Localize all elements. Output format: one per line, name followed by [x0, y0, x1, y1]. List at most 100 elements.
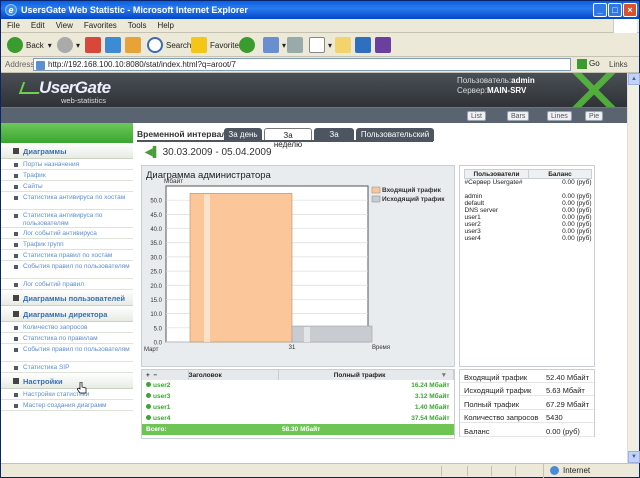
- summary-label: Исходящий трафик: [464, 386, 532, 396]
- user-balance: 0.00 (руб): [562, 213, 592, 221]
- table-row[interactable]: user4 37.54 Мбайт: [142, 413, 454, 424]
- item-bullet-icon: [14, 404, 18, 408]
- menu-item[interactable]: Лог событий правил: [1, 279, 133, 290]
- close-button[interactable]: ×: [623, 3, 637, 17]
- summary-panel: Входящий трафик 52.40 Мбайт Исходящий траф…: [459, 369, 595, 437]
- mail-button[interactable]: ▾: [263, 36, 286, 54]
- scroll-down-button[interactable]: ▼: [628, 451, 640, 463]
- menu-item[interactable]: Сайты: [1, 181, 133, 192]
- traffic-value: 3.12 Мбайт: [414, 393, 450, 400]
- item-bullet-icon: [14, 185, 18, 189]
- menu-item[interactable]: Настройки статистики: [1, 389, 133, 400]
- menu-item[interactable]: События правил по пользователям: [1, 344, 133, 362]
- maximize-button[interactable]: □: [608, 3, 622, 17]
- tab-underline: [137, 140, 433, 142]
- forward-button[interactable]: ▾: [57, 36, 80, 54]
- menu-item[interactable]: Порты назначения: [1, 159, 133, 170]
- menu-item[interactable]: Трафик групп: [1, 239, 133, 250]
- summary-value: 52.40 Мбайт: [546, 373, 590, 382]
- menu-section-2[interactable]: Диаграммы директора: [1, 306, 133, 322]
- y-tick-label: 30.0: [150, 255, 162, 261]
- header-arrow-decoration: [561, 73, 627, 107]
- menu-item[interactable]: Мастер создания диаграмм: [1, 400, 133, 411]
- table-row[interactable]: user3 3.12 Мбайт: [142, 391, 454, 402]
- user-info: Пользователь:admin Сервер:MAIN-SRV: [457, 76, 535, 95]
- menu-section-3[interactable]: Настройки: [1, 373, 133, 389]
- view-list-button[interactable]: List: [467, 111, 486, 121]
- menu-item[interactable]: Количество запросов: [1, 322, 133, 333]
- messenger-button[interactable]: [355, 36, 374, 54]
- item-bullet-icon: [14, 283, 18, 287]
- view-bars-button[interactable]: Bars: [507, 111, 530, 121]
- print-button[interactable]: [287, 36, 306, 54]
- sort-down-icon[interactable]: ▼: [441, 372, 447, 379]
- refresh-button[interactable]: [105, 36, 124, 54]
- view-pie-button[interactable]: Pie: [585, 111, 604, 121]
- menu-item[interactable]: Статистика антивируса по пользователям: [1, 210, 133, 228]
- discuss-button[interactable]: [335, 36, 354, 54]
- title-bar: e UsersGate Web Statistic - Microsoft In…: [1, 1, 639, 19]
- history-button[interactable]: [239, 36, 258, 54]
- view-lines-button[interactable]: Lines: [547, 111, 572, 121]
- traffic-user-cell[interactable]: user3: [142, 391, 278, 402]
- menu-item[interactable]: События правил по пользователям: [1, 261, 133, 279]
- expand-button[interactable]: +: [146, 372, 150, 379]
- address-input[interactable]: http://192.168.100.10:8080/stat/index.ht…: [33, 58, 571, 71]
- menu-tools[interactable]: Tools: [122, 19, 152, 30]
- go-arrow-icon: [577, 59, 587, 69]
- user-balance: 0.00 (руб): [562, 179, 592, 186]
- traffic-user-cell[interactable]: user1: [142, 402, 278, 413]
- menu-file[interactable]: File: [1, 19, 25, 30]
- links-button[interactable]: Links: [609, 60, 628, 69]
- menu-item[interactable]: Трафик: [1, 170, 133, 181]
- menu-item[interactable]: Статистика правил по хостам: [1, 250, 133, 261]
- x-axis-label: Время: [372, 345, 390, 351]
- traffic-user-cell[interactable]: user4: [142, 413, 278, 424]
- go-button[interactable]: Go: [577, 59, 600, 69]
- table-row[interactable]: user1 1.40 Мбайт: [142, 402, 454, 413]
- research-button[interactable]: [375, 36, 394, 54]
- vertical-scrollbar[interactable]: ▲ ▼: [627, 73, 640, 463]
- menu-item[interactable]: Статистика по правилам: [1, 333, 133, 344]
- menu-help[interactable]: Help: [151, 19, 178, 30]
- table-row: user4 0.00 (руб): [465, 235, 592, 242]
- x-start-label: Март: [144, 347, 159, 353]
- favorites-button[interactable]: Favorites: [191, 36, 243, 54]
- section-bullet-icon: [13, 295, 19, 301]
- traffic-value: 16.24 Мбайт: [411, 382, 450, 389]
- traffic-user-cell[interactable]: user2: [142, 380, 278, 391]
- messenger-icon: [355, 37, 371, 53]
- menu-item[interactable]: Статистика SIP: [1, 362, 133, 373]
- left-menu: Диаграммы Порты назначения Трафик Сайты Стат…: [1, 123, 133, 463]
- user-balance: 0.00 (руб): [562, 199, 592, 207]
- hand-cursor-icon: [77, 382, 87, 394]
- menu-item[interactable]: Статистика антивируса по хостам: [1, 192, 133, 210]
- legend-swatch: [371, 186, 381, 194]
- item-bullet-icon: [14, 348, 18, 352]
- mail-icon: [263, 37, 279, 53]
- edit-button[interactable]: ▾: [309, 36, 332, 54]
- menu-view[interactable]: View: [50, 19, 78, 30]
- chart-panel: Диаграмма администратора 0.0 5.0 10.0 15.0 2…: [141, 165, 455, 367]
- menu-section-1[interactable]: Диаграммы пользователей: [1, 290, 133, 306]
- scroll-up-button[interactable]: ▲: [628, 73, 640, 85]
- server-value: MAIN-SRV: [486, 86, 527, 95]
- summary-row: Баланс 0.00 (руб): [460, 424, 594, 437]
- menu-section-0[interactable]: Диаграммы: [1, 143, 133, 159]
- home-button[interactable]: [125, 36, 144, 54]
- prev-period-icon[interactable]: ◀▌: [145, 147, 160, 158]
- row-bullet-icon: [146, 393, 151, 398]
- row-bullet-icon: [146, 404, 151, 409]
- minimize-button[interactable]: _: [593, 3, 607, 17]
- windows-flag-icon: [613, 19, 637, 33]
- collapse-button[interactable]: −: [153, 372, 157, 379]
- table-row[interactable]: user2 16.24 Мбайт: [142, 380, 454, 391]
- stop-icon: [85, 37, 101, 53]
- search-button[interactable]: Search: [147, 36, 191, 54]
- menu-edit[interactable]: Edit: [25, 19, 50, 30]
- menu-item[interactable]: Лог событий антивируса: [1, 228, 133, 239]
- address-bar: Address http://192.168.100.10:8080/stat/…: [1, 57, 639, 73]
- stop-button[interactable]: [85, 36, 104, 54]
- back-button[interactable]: Back ▾: [7, 36, 52, 54]
- menu-favorites[interactable]: Favorites: [78, 19, 122, 30]
